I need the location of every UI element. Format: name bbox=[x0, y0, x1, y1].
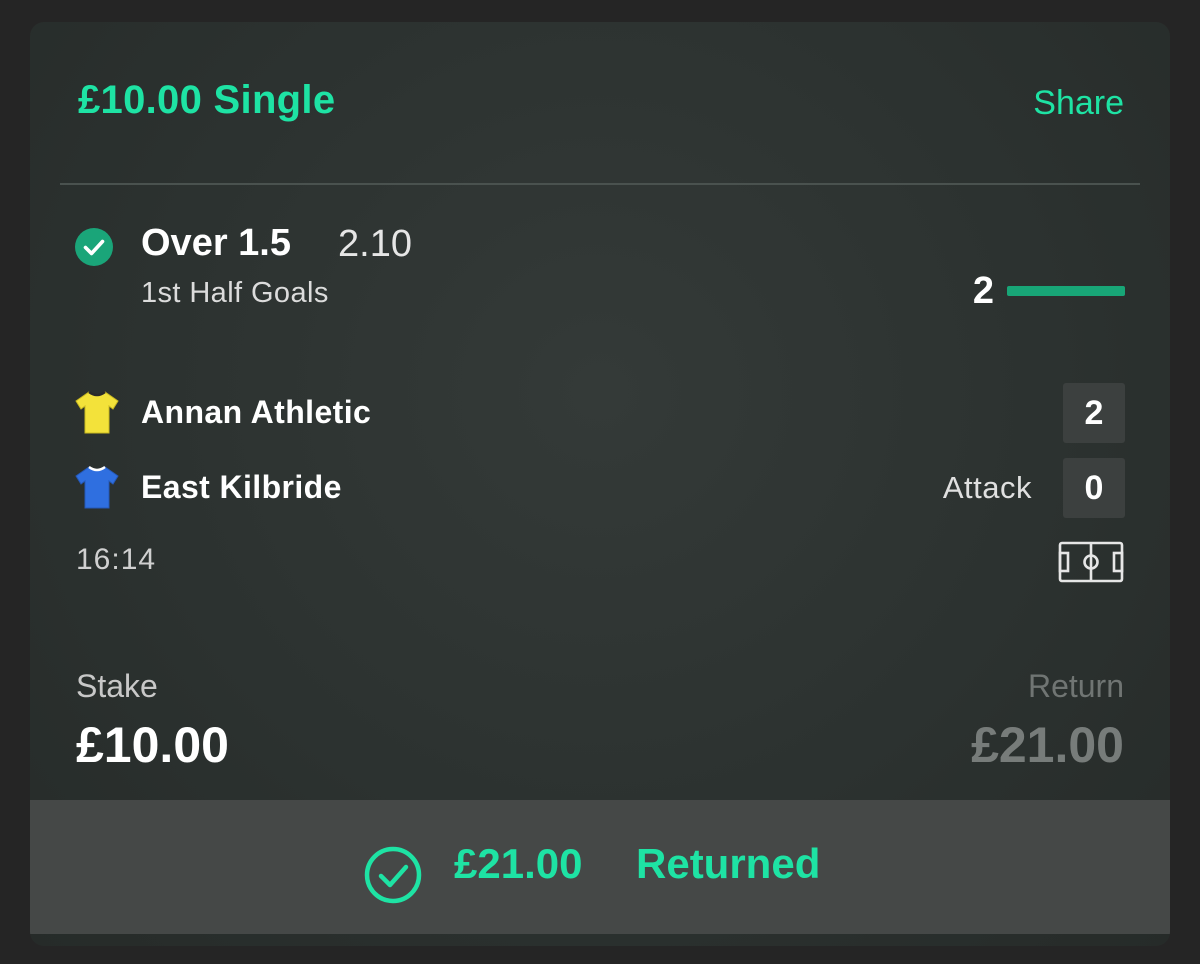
team-row-away: East Kilbride Attack 0 bbox=[30, 457, 1170, 518]
match-time: 16:14 bbox=[76, 543, 157, 576]
share-button[interactable]: Share bbox=[1033, 84, 1124, 123]
returned-label: Returned bbox=[636, 840, 821, 887]
check-circle-outline-icon bbox=[364, 846, 422, 904]
progress-value: 2 bbox=[972, 270, 994, 312]
returned-amount: £21.00 bbox=[454, 840, 583, 887]
away-team-score: 0 bbox=[1063, 458, 1125, 518]
shirt-icon bbox=[75, 391, 119, 434]
bet-title: £10.00 Single bbox=[78, 78, 336, 122]
away-team-name: East Kilbride bbox=[141, 469, 342, 505]
progress-bar bbox=[1007, 286, 1125, 296]
divider bbox=[60, 183, 1140, 185]
return-value: £21.00 bbox=[971, 717, 1124, 773]
attack-status: Attack bbox=[942, 470, 1032, 505]
stake-value: £10.00 bbox=[76, 717, 229, 773]
team-row-home: Annan Athletic 2 bbox=[30, 382, 1170, 443]
home-team-score: 2 bbox=[1063, 383, 1125, 443]
check-circle-icon bbox=[75, 228, 113, 266]
pitch-icon[interactable] bbox=[1058, 541, 1124, 583]
result-banner: £21.00 Returned bbox=[30, 800, 1170, 934]
return-label: Return bbox=[1027, 668, 1124, 704]
home-team-name: Annan Athletic bbox=[141, 394, 372, 430]
selection-market: 1st Half Goals bbox=[141, 277, 329, 309]
selection-odds: 2.10 bbox=[338, 223, 412, 265]
shirt-icon bbox=[75, 466, 119, 509]
stake-label: Stake bbox=[76, 668, 158, 704]
selection-name: Over 1.5 bbox=[141, 222, 291, 264]
progress-fill bbox=[1007, 286, 1125, 296]
bet-card: £10.00 Single Share Over 1.5 2.10 1st Ha… bbox=[30, 22, 1170, 946]
bet-header: £10.00 Single Share bbox=[30, 22, 1170, 184]
